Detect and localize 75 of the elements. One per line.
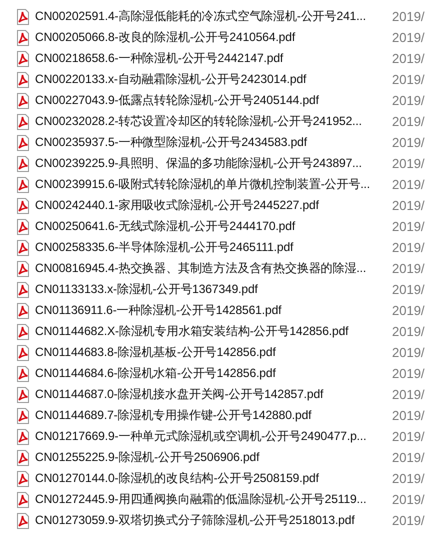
pdf-file-icon	[15, 198, 31, 214]
date-modified: 2019/	[392, 156, 425, 171]
file-name[interactable]: CN00205066.8-改良的除湿机-公开号2410564.pdf	[35, 29, 389, 46]
date-modified: 2019/	[392, 429, 425, 444]
date-modified: 2019/	[392, 387, 425, 402]
pdf-file-icon	[15, 366, 31, 382]
pdf-file-icon	[15, 302, 31, 318]
pdf-file-icon	[15, 240, 31, 256]
date-modified: 2019/	[392, 450, 425, 465]
file-name[interactable]: CN00239915.6-吸附式转轮除湿机的单片微机控制装置-公开号...	[35, 176, 389, 193]
pdf-file-icon	[15, 450, 31, 466]
pdf-file-icon	[15, 8, 31, 24]
date-modified: 2019/	[392, 303, 425, 318]
date-modified: 2019/	[392, 492, 425, 507]
file-name[interactable]: CN01273059.9-双塔切换式分子筛除湿机-公开号2518013.pdf	[35, 512, 389, 529]
date-modified: 2019/	[392, 219, 425, 234]
date-modified: 2019/	[392, 345, 425, 360]
pdf-file-icon	[15, 156, 31, 172]
file-name[interactable]: CN00218658.6-一种除湿机-公开号2442147.pdf	[35, 50, 389, 67]
file-name[interactable]: CN00227043.9-低露点转轮除湿机-公开号2405144.pdf	[35, 92, 389, 109]
pdf-file-icon	[15, 72, 31, 88]
date-modified: 2019/	[392, 198, 425, 213]
date-modified: 2019/	[392, 282, 425, 297]
file-name[interactable]: CN01144687.0-除湿机接水盘开关阀-公开号142857.pdf	[35, 386, 389, 403]
file-name[interactable]: CN01144689.7-除湿机专用操作键-公开号142880.pdf	[35, 407, 389, 424]
file-name[interactable]: CN00258335.6-半导体除湿机-公开号2465111.pdf	[35, 239, 389, 256]
pdf-file-icon	[15, 428, 31, 444]
date-modified: 2019/	[392, 51, 425, 66]
file-name[interactable]: CN01133133.x-除湿机-公开号1367349.pdf	[35, 281, 389, 298]
file-name[interactable]: CN01272445.9-用四通阀换向融霜的低温除湿机-公开号25119...	[35, 491, 389, 508]
pdf-file-icon	[15, 282, 31, 298]
pdf-file-icon	[15, 492, 31, 508]
pdf-file-icon	[15, 134, 31, 150]
file-name[interactable]: CN01144682.X-除湿机专用水箱安装结构-公开号142856.pdf	[35, 323, 389, 340]
pdf-file-icon	[15, 386, 31, 402]
pdf-file-icon	[15, 408, 31, 424]
file-name[interactable]: CN00235937.5-一种微型除湿机-公开号2434583.pdf	[35, 134, 389, 151]
pdf-file-icon	[15, 92, 31, 108]
file-name[interactable]: CN01270144.0-除湿机的改良结构-公开号2508159.pdf	[35, 470, 389, 487]
pdf-file-icon	[15, 324, 31, 340]
date-modified: 2019/	[392, 9, 425, 24]
pdf-file-icon	[15, 512, 31, 528]
file-name[interactable]: CN00202591.4-高除湿低能耗的冷冻式空气除湿机-公开号241...	[35, 8, 389, 25]
date-modified: 2019/	[392, 324, 425, 339]
date-modified: 2019/	[392, 261, 425, 276]
date-modified: 2019/	[392, 114, 425, 129]
file-name[interactable]: CN01144684.6-除湿机水箱-公开号142856.pdf	[35, 365, 389, 382]
date-modified: 2019/	[392, 471, 425, 486]
file-name[interactable]: CN01255225.9-除湿机-公开号2506906.pdf	[35, 449, 389, 466]
file-name[interactable]: CN01136911.6-一种除湿机-公开号1428561.pdf	[35, 302, 389, 319]
date-modified: 2019/	[392, 366, 425, 381]
date-modified: 2019/	[392, 30, 425, 45]
file-name[interactable]: CN00242440.1-家用吸收式除湿机-公开号2445227.pdf	[35, 197, 389, 214]
date-modified: 2019/	[392, 240, 425, 255]
date-modified: 2019/	[392, 72, 425, 87]
file-name[interactable]: CN01217669.9-一种单元式除湿机或空调机-公开号2490477.p...	[35, 428, 389, 445]
file-name[interactable]: CN00239225.9-具照明、保温的多功能除湿机-公开号243897...	[35, 155, 389, 172]
file-name[interactable]: CN00220133.x-自动融霜除湿机-公开号2423014.pdf	[35, 71, 389, 88]
pdf-file-icon	[15, 114, 31, 130]
pdf-file-icon	[15, 218, 31, 234]
date-modified: 2019/	[392, 135, 425, 150]
file-name[interactable]: CN00816945.4-热交换器、其制造方法及含有热交换器的除湿...	[35, 260, 389, 277]
pdf-file-icon	[15, 344, 31, 360]
pdf-file-icon	[15, 470, 31, 486]
pdf-file-icon	[15, 30, 31, 46]
file-name[interactable]: CN01144683.8-除湿机基板-公开号142856.pdf	[35, 344, 389, 361]
date-modified: 2019/	[392, 93, 425, 108]
file-name[interactable]: CN00232028.2-转芯设置冷却区的转轮除湿机-公开号241952...	[35, 113, 389, 130]
pdf-file-icon	[15, 176, 31, 192]
pdf-file-icon	[15, 50, 31, 66]
pdf-file-icon	[15, 260, 31, 276]
date-modified: 2019/	[392, 177, 425, 192]
file-name[interactable]: CN00250641.6-无线式除湿机-公开号2444170.pdf	[35, 218, 389, 235]
date-modified: 2019/	[392, 408, 425, 423]
date-modified: 2019/	[392, 513, 425, 528]
